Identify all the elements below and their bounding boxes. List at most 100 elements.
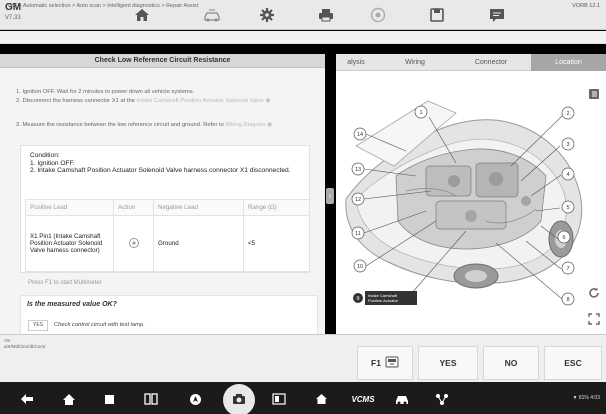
callout-7: 7 [561, 261, 575, 275]
system-status: ▼ 81% 4:03 [573, 395, 600, 401]
callout-1: 1 [414, 105, 428, 119]
svg-text:9: 9 [356, 296, 359, 302]
callout-10: 10 [353, 259, 367, 273]
settings-icon[interactable] [255, 5, 279, 25]
step-1: 1. Ignition OFF. Wait for 2 minutes to p… [16, 88, 306, 96]
step-2: 2. Disconnect the harness connector X1 a… [16, 97, 306, 105]
tab-wiring[interactable]: Wiring [380, 54, 450, 71]
procedure-title: Check Low Reference Circuit Resistance [94, 57, 231, 64]
expand-icon[interactable] [588, 312, 600, 325]
home-icon[interactable] [60, 392, 78, 406]
vehicle-info: VORB 12.1 [572, 3, 600, 9]
vehicle-status: Vin a/rt/Mtl/Ckn/rdl/Cnrnr [4, 338, 46, 350]
column-header: Range (Ω) [243, 199, 310, 216]
camera-icon[interactable] [230, 392, 248, 406]
svg-text:8: 8 [566, 297, 569, 303]
multimeter-hint: Press F1 to start Multimeter [28, 280, 102, 286]
svg-text:5: 5 [566, 205, 569, 211]
table-row: X1 Pin1 (Intake Camshaft Position Actuat… [25, 215, 310, 272]
svg-text:14: 14 [357, 132, 363, 138]
recent-apps-icon[interactable] [100, 392, 118, 406]
battery-time: 81% 4:03 [578, 395, 600, 401]
yes-button[interactable]: YES [418, 346, 478, 380]
vehicle-swap-icon[interactable] [200, 5, 224, 25]
panel-toggle-handle[interactable]: › [326, 188, 334, 204]
positive-lead-cell: X1 Pin1 (Intake Camshaft Position Actuat… [25, 215, 114, 272]
refresh-icon[interactable] [588, 286, 600, 298]
table-header-row: Positive Lead Action Negative Lead Range… [25, 199, 310, 216]
vci-icon[interactable] [142, 392, 160, 406]
column-header: Positive Lead [25, 199, 114, 216]
condition-text: Condition: 1. Ignition OFF. 2. Intake Ca… [30, 152, 310, 175]
message-icon[interactable] [485, 5, 509, 25]
home-dealer-icon[interactable] [312, 392, 330, 406]
callout-5: 5 [561, 200, 575, 214]
action-cell [113, 215, 154, 272]
svg-text:1: 1 [419, 110, 422, 116]
f1-label: F1 [371, 358, 381, 368]
display-switch-icon[interactable] [270, 392, 288, 406]
vcms-app[interactable]: VCMS [348, 392, 378, 406]
svg-text:12: 12 [355, 197, 361, 203]
list-icon[interactable] [589, 86, 599, 99]
column-header: Negative Lead [153, 199, 244, 216]
print-icon[interactable] [314, 5, 338, 25]
vehicle-location-diagram: 1 2 3 4 5 6 7 8 9 10 11 12 13 14 Intake … [345, 100, 583, 306]
wifi-icon: ▼ [572, 395, 578, 401]
answer-yes-description[interactable]: Check control circuit with test lamp. [54, 322, 145, 328]
svg-text:3: 3 [566, 142, 569, 148]
callout-11: 11 [351, 226, 365, 240]
callout-3: 3 [561, 137, 575, 151]
esc-button[interactable]: ESC [544, 346, 602, 380]
callout-12: 12 [351, 192, 365, 206]
multimeter-icon[interactable] [128, 237, 140, 251]
vehicle-icon[interactable] [392, 392, 412, 406]
component-location-view: 1 2 3 4 5 6 7 8 9 10 11 12 13 14 Intake … [336, 71, 606, 334]
step-1-text: 1. Ignition OFF. Wait for 2 minutes to p… [16, 89, 195, 95]
breadcrumb-bar [0, 31, 606, 44]
svg-text:13: 13 [355, 167, 361, 173]
svg-text:10: 10 [357, 264, 363, 270]
save-icon[interactable] [425, 5, 449, 25]
view-icon[interactable]: ◉ [267, 122, 272, 128]
callout-2: 2 [561, 106, 575, 120]
column-header: Action [113, 199, 154, 216]
range-cell: <5 [243, 215, 310, 272]
help-icon[interactable] [366, 5, 390, 25]
step-2-text: 2. Disconnect the harness connector X1 a… [16, 98, 137, 104]
callout-8: 8 [561, 292, 575, 306]
svg-text:4: 4 [566, 172, 569, 178]
answer-yes-tag[interactable]: YES [28, 320, 48, 331]
chevron-right-icon: › [328, 191, 332, 200]
callout-9: 9 [353, 293, 363, 303]
browser-icon[interactable] [186, 392, 204, 406]
callout-6: 6 [557, 230, 571, 244]
condition-label: Condition: [30, 152, 60, 159]
f1-multimeter-button[interactable]: F1 [357, 346, 413, 380]
back-icon[interactable] [18, 392, 36, 406]
no-button[interactable]: NO [483, 346, 539, 380]
svg-text:7: 7 [566, 266, 569, 272]
wiring-diagram-link[interactable]: Wiring Diagram [225, 122, 265, 128]
measurement-table: Positive Lead Action Negative Lead Range… [25, 199, 310, 272]
svg-text:11: 11 [355, 231, 361, 237]
network-icon[interactable] [432, 392, 452, 406]
system-navigation-bar [0, 382, 606, 414]
step-3-text: 3. Measure the resistance between the lo… [16, 122, 226, 128]
component-link[interactable]: Intake Camshaft Position Actuator Soleno… [137, 98, 264, 104]
negative-lead-cell: Ground [153, 215, 244, 272]
callout-4: 4 [561, 167, 575, 181]
question-text: Is the measured value OK? [27, 301, 117, 308]
software-version: V7.33 [5, 15, 21, 21]
tab-analysis[interactable]: alysis [336, 54, 376, 71]
callout-14: 14 [353, 127, 367, 141]
callout-13: 13 [351, 162, 365, 176]
component-label: Intake Camshaft Position Actuator [365, 291, 417, 305]
step-3: 3. Measure the resistance between the lo… [16, 121, 306, 129]
view-icon[interactable]: ◉ [265, 98, 270, 104]
condition-line-2: 2. Intake Camshaft Position Actuator Sol… [30, 167, 291, 174]
svg-text:6: 6 [562, 235, 565, 241]
tab-location[interactable]: Location [531, 54, 606, 71]
condition-line-1: 1. Ignition OFF. [30, 159, 75, 167]
tab-connector[interactable]: Connector [452, 54, 530, 71]
